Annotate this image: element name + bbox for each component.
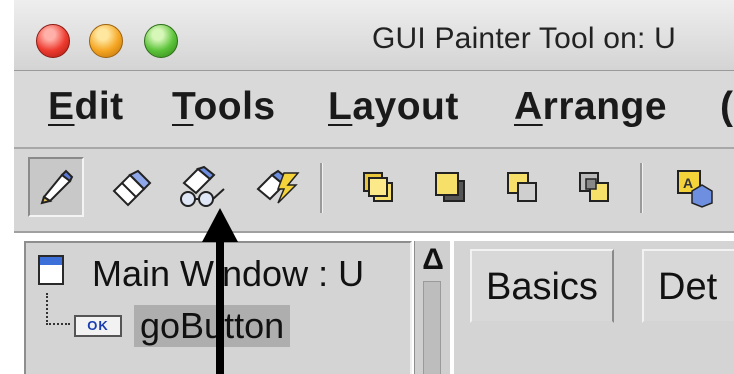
menu-tools[interactable]: Tools — [172, 85, 276, 129]
menu-arrange[interactable]: Arrange — [514, 85, 667, 129]
menu-edit[interactable]: Edit — [48, 85, 124, 129]
bring-forward-icon — [507, 172, 537, 202]
eraser-tool-button[interactable] — [104, 157, 160, 217]
inspect-spectacles-icon — [180, 165, 225, 207]
toolbar: A — [14, 149, 734, 233]
toolbar-separator-2 — [640, 163, 643, 213]
tab-basics[interactable]: Basics — [470, 249, 614, 323]
menu-bar: Edit Tools Layout Arrange ( — [14, 71, 734, 149]
properties-panel: Basics Det — [454, 241, 734, 374]
menu-truncated-label: ( — [720, 85, 734, 128]
scroll-track[interactable] — [423, 281, 441, 374]
scroll-up-arrow-icon[interactable]: Δ — [419, 245, 447, 275]
eraser-icon — [112, 169, 152, 207]
select-pencil-icon — [40, 169, 74, 205]
window-title: GUI Painter Tool on: U — [372, 22, 676, 55]
lightning-edit-icon — [256, 169, 300, 204]
menu-tools-mnemonic: T — [172, 85, 194, 128]
window-icon — [38, 255, 64, 285]
bring-to-front-button[interactable] — [350, 157, 406, 217]
tree-scrollbar[interactable]: Δ — [414, 241, 450, 374]
send-to-back-icon — [435, 172, 465, 202]
button-ok-icon: OK — [74, 315, 122, 337]
tab-details[interactable]: Det — [642, 249, 734, 323]
menu-layout[interactable]: Layout — [328, 85, 459, 129]
close-window-button[interactable] — [36, 24, 70, 58]
menu-edit-label: dit — [74, 85, 124, 128]
send-backward-button[interactable] — [566, 157, 622, 217]
menu-edit-mnemonic: E — [48, 85, 75, 128]
send-to-back-button[interactable] — [422, 157, 478, 217]
widget-palette-button[interactable]: A — [666, 157, 722, 217]
lightning-tool-button[interactable] — [250, 157, 306, 217]
toolbar-separator — [320, 163, 323, 213]
menu-layout-label: ayout — [352, 85, 459, 128]
menu-truncated[interactable]: ( — [720, 85, 734, 129]
menu-tools-label: ools — [193, 85, 276, 128]
gui-painter-window: GUI Painter Tool on: U Edit Tools Layout… — [0, 0, 734, 374]
menu-arrange-label: rrange — [542, 85, 668, 128]
zoom-window-button[interactable] — [144, 24, 178, 58]
send-backward-icon — [579, 172, 609, 202]
annotation-arrow — [202, 208, 238, 374]
tree-connector — [46, 293, 70, 325]
bring-forward-button[interactable] — [494, 157, 550, 217]
svg-text:A: A — [683, 175, 693, 191]
menu-arrange-mnemonic: A — [514, 85, 543, 128]
widget-shapes-icon: A — [677, 170, 713, 208]
bring-to-front-icon — [363, 172, 393, 202]
title-bar: GUI Painter Tool on: U — [14, 0, 734, 71]
select-tool-button[interactable] — [28, 157, 84, 217]
minimize-window-button[interactable] — [89, 24, 123, 58]
menu-layout-mnemonic: L — [328, 85, 353, 128]
